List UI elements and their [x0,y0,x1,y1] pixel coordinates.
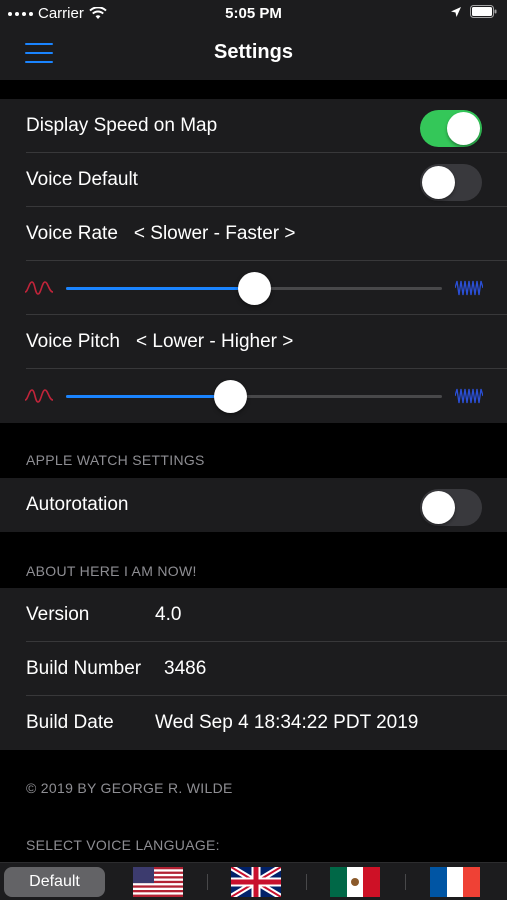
high-frequency-wave-icon [455,388,483,404]
voice-pitch-hint: < Lower - Higher > [136,331,294,352]
voice-default-toggle[interactable] [420,164,482,201]
autorotation-toggle[interactable] [420,489,482,526]
low-frequency-wave-icon [25,281,53,295]
voice-rate-slider[interactable] [66,272,442,305]
voice-default-row: Voice Default [0,153,507,207]
voice-pitch-slider[interactable] [66,380,442,413]
status-right [450,5,497,18]
about-section-header: ABOUT HERE I AM NOW! [26,563,197,579]
location-arrow-icon [451,6,461,17]
us-flag-icon[interactable] [133,867,183,897]
build-number-row: Build Number 3486 [0,642,507,696]
build-date-row: Build Date Wed Sep 4 18:34:22 PDT 2019 [0,696,507,750]
voice-rate-label: Voice Rate [26,223,118,244]
build-number-label: Build Number [26,658,142,679]
apple-watch-section-header: APPLE WATCH SETTINGS [26,452,205,468]
autorotation-label: Autorotation [26,494,129,515]
voice-language-header: SELECT VOICE LANGUAGE: [26,837,220,853]
voice-pitch-slider-row [0,369,507,423]
battery-icon [470,5,497,18]
display-speed-toggle[interactable] [420,110,482,147]
segment-divider [306,874,307,890]
voice-pitch-row: Voice Pitch < Lower - Higher > [0,315,507,369]
mexico-flag-icon[interactable] [330,867,380,897]
status-bar: Carrier 5:05 PM [0,0,507,26]
low-frequency-wave-icon [25,389,53,403]
segment-divider [405,874,406,890]
build-date-label: Build Date [26,712,114,733]
voice-rate-slider-row [0,261,507,315]
voice-pitch-label: Voice Pitch [26,331,120,352]
version-row: Version 4.0 [0,588,507,642]
france-flag-icon[interactable] [430,867,480,897]
apple-watch-group: Autorotation [0,478,507,532]
voice-default-label: Voice Default [26,169,138,190]
about-group: Version 4.0 Build Number 3486 Build Date… [0,588,507,750]
build-number-value: 3486 [164,658,207,679]
navigation-bar: Settings [0,26,507,80]
voice-rate-hint: < Slower - Faster > [133,223,296,244]
voice-rate-row: Voice Rate < Slower - Faster > [0,207,507,261]
voice-rate-slider-thumb[interactable] [238,272,271,305]
autorotation-row: Autorotation [0,478,507,532]
language-default-button[interactable]: Default [4,867,105,897]
page-title: Settings [214,41,293,63]
version-label: Version [26,604,90,625]
settings-group: Display Speed on Map Voice Default Voice… [0,99,507,423]
copyright-text: © 2019 BY GEORGE R. WILDE [26,780,233,796]
voice-language-selector: Default [0,862,507,900]
voice-pitch-slider-thumb[interactable] [213,380,247,413]
build-date-value: Wed Sep 4 18:34:22 PDT 2019 [155,712,419,733]
display-speed-row: Display Speed on Map [0,99,507,153]
status-time: 5:05 PM [225,5,282,22]
uk-flag-icon[interactable] [231,867,281,897]
display-speed-label: Display Speed on Map [26,115,218,136]
segment-divider [207,874,208,890]
version-value: 4.0 [155,604,182,625]
high-frequency-wave-icon [455,280,483,296]
